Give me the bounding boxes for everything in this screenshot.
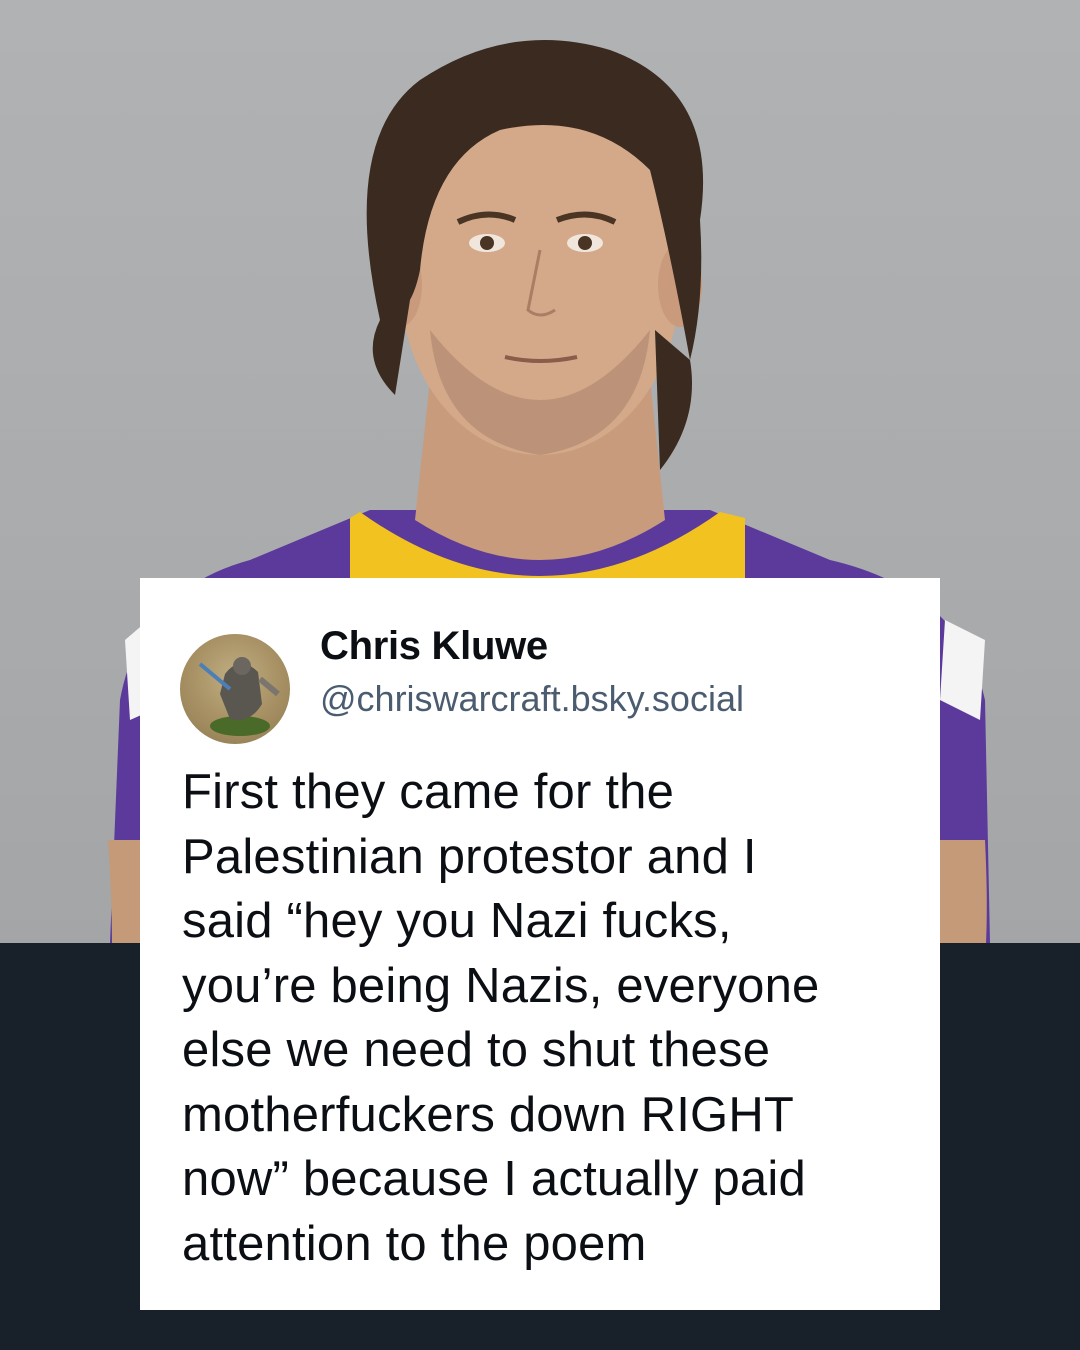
avatar[interactable]	[180, 634, 290, 744]
author-name[interactable]: Chris Kluwe	[320, 624, 548, 669]
post-text: First they came for the Palestinian prot…	[182, 765, 820, 1271]
post-card[interactable]: Chris Kluwe @chriswarcraft.bsky.social F…	[140, 578, 940, 1310]
author-handle[interactable]: @chriswarcraft.bsky.social	[320, 678, 744, 720]
